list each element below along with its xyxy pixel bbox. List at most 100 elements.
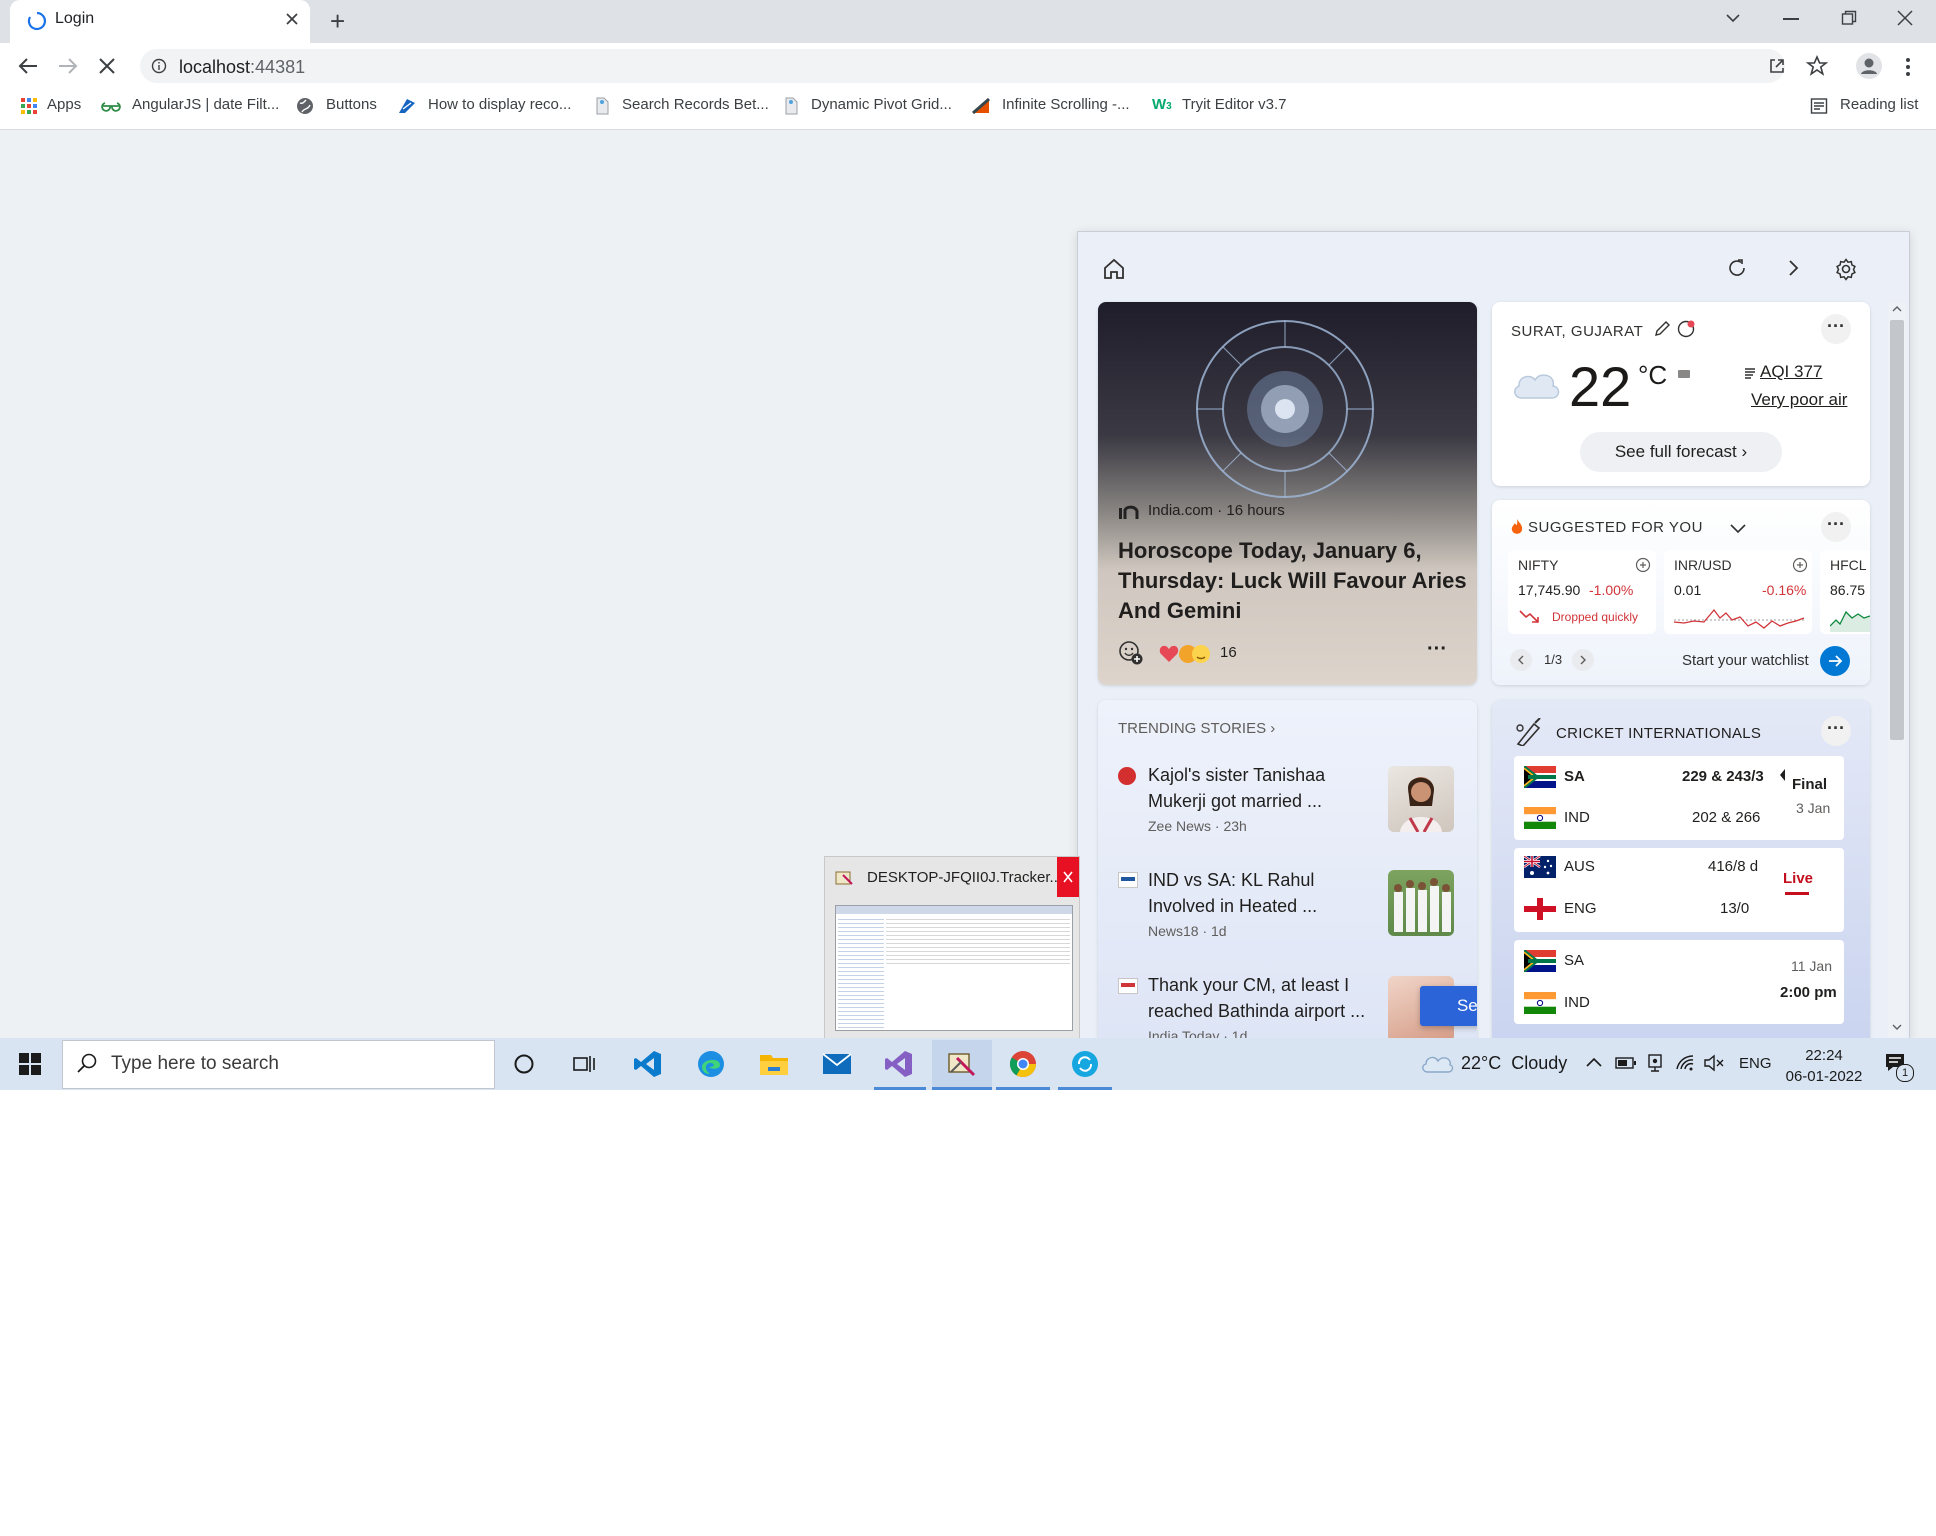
cricket-more-button[interactable]: ···: [1821, 716, 1851, 746]
home-icon[interactable]: [1102, 257, 1126, 281]
india-flag-icon: [1524, 807, 1556, 829]
team-name: IND: [1564, 809, 1590, 826]
close-window-icon[interactable]: [1897, 10, 1913, 26]
temperature-unit[interactable]: °C: [1638, 360, 1667, 391]
air-quality-link[interactable]: Very poor air: [1751, 390, 1847, 410]
reading-list[interactable]: Reading list: [1840, 96, 1918, 113]
weather-card[interactable]: SURAT, GUJARAT ··· 22 °C AQI 377 Very po…: [1492, 302, 1870, 486]
edge-browser-icon[interactable]: [696, 1049, 726, 1079]
bookmark-buttons[interactable]: Buttons: [326, 96, 377, 113]
next-page-icon[interactable]: [1572, 649, 1594, 671]
task-view-icon[interactable]: [573, 1053, 597, 1075]
url-text[interactable]: localhost:44381: [179, 57, 305, 78]
match-time: 2:00 pm: [1780, 984, 1837, 1001]
refresh-icon[interactable]: [1726, 257, 1748, 279]
add-to-watchlist-icon[interactable]: [1792, 557, 1808, 573]
visual-studio-icon[interactable]: [884, 1049, 914, 1079]
restore-icon[interactable]: [1841, 10, 1857, 26]
windows-start-icon[interactable]: [19, 1053, 41, 1075]
file-explorer-icon[interactable]: [759, 1051, 789, 1077]
back-icon[interactable]: [17, 56, 39, 76]
add-reaction-icon[interactable]: [1118, 640, 1144, 666]
prev-page-icon[interactable]: [1510, 649, 1532, 671]
finance-dropdown-icon[interactable]: [1729, 522, 1747, 534]
mail-icon[interactable]: [822, 1052, 852, 1076]
bookmark-how-to-display[interactable]: How to display reco...: [428, 96, 571, 113]
bookmark-tryit-editor[interactable]: Tryit Editor v3.7: [1182, 96, 1286, 113]
hero-source: India.com · 16 hours: [1148, 502, 1285, 519]
close-tab-icon[interactable]: [284, 11, 300, 27]
team-name: ENG: [1564, 900, 1597, 917]
hero-title[interactable]: Horoscope Today, January 6, Thursday: Lu…: [1118, 536, 1467, 626]
show-hidden-icons-icon[interactable]: [1585, 1056, 1603, 1068]
location-alert-icon[interactable]: [1676, 319, 1696, 339]
aqi-link[interactable]: AQI 377: [1760, 362, 1822, 382]
thumbnail-close-button[interactable]: [1057, 857, 1079, 897]
see-full-forecast-button[interactable]: See full forecast ›: [1580, 432, 1782, 472]
add-to-watchlist-icon[interactable]: [1635, 557, 1651, 573]
vscode-icon[interactable]: [633, 1049, 663, 1079]
hero-more-button[interactable]: ···: [1427, 638, 1447, 661]
menu-kebab-icon[interactable]: [1905, 57, 1911, 77]
trending-story-title[interactable]: Thank your CM, at least Ireached Bathind…: [1148, 972, 1365, 1024]
address-bar[interactable]: [140, 49, 1785, 83]
ticker-name: NIFTY: [1518, 557, 1559, 573]
taskbar-weather[interactable]: 22°C Cloudy: [1461, 1053, 1567, 1074]
stop-loading-icon[interactable]: [98, 57, 116, 75]
battery-icon[interactable]: [1615, 1057, 1637, 1069]
profile-avatar-icon[interactable]: [1856, 53, 1882, 79]
meet-now-icon[interactable]: [1647, 1053, 1663, 1073]
trending-story-title[interactable]: IND vs SA: KL Rahul Involved in Heated ..…: [1148, 867, 1317, 919]
language-indicator[interactable]: ENG: [1739, 1055, 1772, 1072]
clock[interactable]: 22:24 06-01-2022: [1784, 1045, 1864, 1087]
active-app-indicator: [996, 1087, 1050, 1090]
see-more-button[interactable]: See more ›: [1420, 986, 1477, 1026]
clock-time: 22:24: [1805, 1047, 1843, 1064]
taskbar-thumbnail-preview[interactable]: DESKTOP-JFQII0J.Tracker...: [824, 856, 1080, 1040]
trending-story-title[interactable]: Kajol's sister Tanishaa Mukerji got marri…: [1148, 762, 1325, 814]
scroll-up-icon[interactable]: [1891, 304, 1903, 314]
cricket-card[interactable]: CRICKET INTERNATIONALS ··· SA 229 & 243/…: [1492, 700, 1870, 1040]
finance-card[interactable]: SUGGESTED FOR YOU ··· NIFTY 17,745.90 -1…: [1492, 500, 1870, 685]
volume-muted-icon[interactable]: [1703, 1054, 1725, 1072]
scroll-down-icon[interactable]: [1891, 1022, 1903, 1032]
search-placeholder[interactable]: Type here to search: [111, 1053, 279, 1075]
scrollbar-thumb[interactable]: [1890, 320, 1904, 740]
story-thumbnail-image: [1388, 766, 1454, 832]
forward-icon[interactable]: [57, 56, 79, 76]
page-icon: [783, 97, 801, 115]
settings-gear-icon[interactable]: [1834, 257, 1858, 281]
trending-card[interactable]: TRENDING STORIES › Kajol's sister Tanish…: [1098, 700, 1477, 1040]
notification-count-badge: 1: [1896, 1064, 1914, 1082]
minimize-icon[interactable]: [1783, 18, 1799, 20]
ssms-icon[interactable]: [947, 1050, 977, 1078]
watchlist-arrow-icon[interactable]: [1820, 646, 1850, 676]
trending-header[interactable]: TRENDING STORIES ›: [1118, 720, 1275, 737]
bookmark-dynamic-pivot[interactable]: Dynamic Pivot Grid...: [811, 96, 952, 113]
bookmark-angularjs[interactable]: AngularJS | date Filt...: [132, 96, 279, 113]
hero-news-card[interactable]: India.com · 16 hours Horoscope Today, Ja…: [1098, 302, 1477, 685]
bookmark-apps[interactable]: Apps: [47, 96, 81, 113]
new-tab-button[interactable]: +: [330, 6, 345, 37]
finance-more-button[interactable]: ···: [1821, 512, 1851, 542]
app-sync-icon[interactable]: [1070, 1049, 1100, 1079]
tab-search-icon[interactable]: [1723, 10, 1743, 26]
chrome-icon[interactable]: [1008, 1049, 1038, 1079]
expand-chevron-icon[interactable]: [1783, 258, 1803, 278]
start-watchlist-link[interactable]: Start your watchlist: [1682, 652, 1809, 669]
bookmark-star-icon[interactable]: [1806, 55, 1828, 77]
finance-header[interactable]: SUGGESTED FOR YOU: [1528, 519, 1703, 536]
wifi-icon[interactable]: [1675, 1054, 1695, 1072]
edit-pencil-icon[interactable]: [1653, 320, 1671, 338]
weather-more-button[interactable]: ···: [1821, 314, 1851, 344]
cricket-header[interactable]: CRICKET INTERNATIONALS: [1556, 725, 1761, 742]
india-today-logo-icon: [1118, 978, 1138, 994]
cortana-icon[interactable]: [513, 1053, 535, 1075]
site-info-icon[interactable]: [151, 58, 167, 74]
share-icon[interactable]: [1767, 56, 1787, 76]
bookmark-infinite-scrolling[interactable]: Infinite Scrolling -...: [1002, 96, 1130, 113]
bookmark-search-records[interactable]: Search Records Bet...: [622, 96, 769, 113]
cloudy-weather-icon[interactable]: [1420, 1052, 1454, 1074]
ticker-price: 0.01: [1674, 582, 1702, 598]
team-score: 13/0: [1720, 900, 1750, 917]
